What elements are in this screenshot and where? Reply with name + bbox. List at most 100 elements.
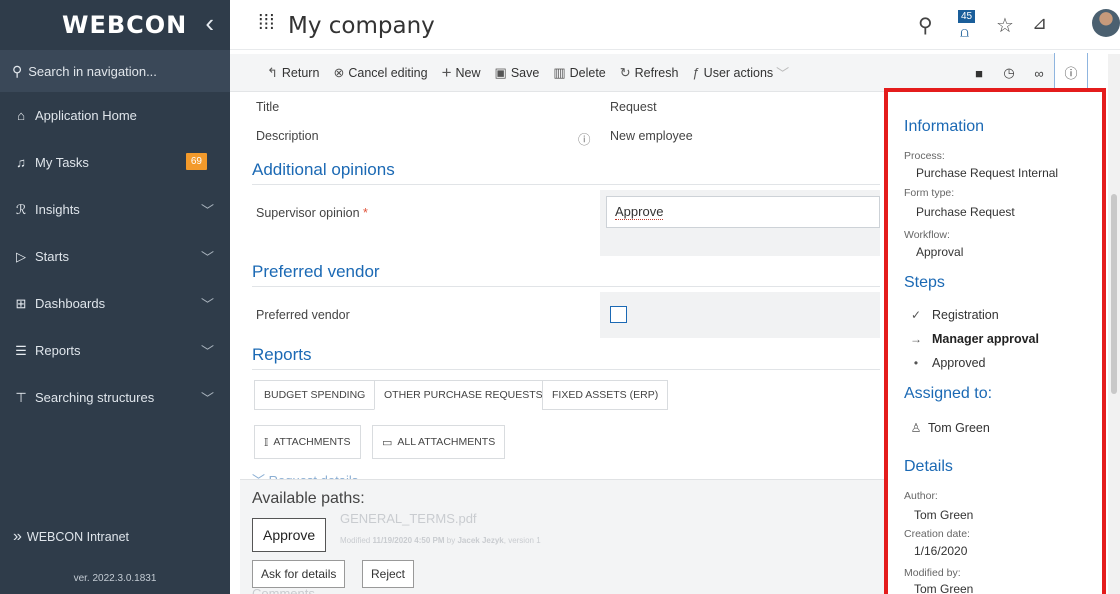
webcon-logo[interactable]: WEBCON bbox=[62, 11, 187, 39]
chevron-down-icon[interactable]: ﹀ bbox=[201, 388, 214, 407]
sidebar-item-starts[interactable]: ▷ Starts ﹀ bbox=[0, 233, 230, 280]
notification-count-badge: 45 bbox=[958, 10, 976, 23]
sidebar-item-reports[interactable]: ☰ Reports ﹀ bbox=[0, 327, 230, 374]
ghost-author: Jacek Jezyk bbox=[457, 536, 504, 545]
reject-button[interactable]: Reject bbox=[362, 560, 415, 588]
page-scrollbar[interactable] bbox=[1108, 54, 1120, 594]
ghost-attachment-meta: Modified 11/19/2020 4:50 PM by Jacek Jez… bbox=[340, 536, 541, 545]
chevron-down-icon[interactable]: ﹀ bbox=[201, 294, 214, 313]
section-title-reports: Reports bbox=[252, 345, 312, 364]
tab-label: OTHER PURCHASE REQUESTS bbox=[384, 389, 543, 401]
required-marker: * bbox=[363, 206, 368, 220]
info-icon[interactable]: ⓘ bbox=[578, 129, 591, 148]
ghost-comments-heading: Comments bbox=[252, 586, 315, 594]
plus-icon: + bbox=[441, 62, 452, 82]
page-title: My company bbox=[288, 13, 435, 39]
tab-all-attachments[interactable]: ▭ ALL ATTACHMENTS bbox=[372, 425, 506, 459]
sidebar-item-dashboards[interactable]: ⊞ Dashboards ﹀ bbox=[0, 280, 230, 327]
return-button[interactable]: ↰ Return bbox=[267, 65, 319, 81]
title-value: Request bbox=[610, 100, 657, 114]
assigned-user[interactable]: ♙ Tom Green bbox=[910, 421, 990, 435]
supervisor-opinion-label: Supervisor opinion * bbox=[256, 206, 368, 220]
author-value: Tom Green bbox=[914, 508, 974, 522]
step-label: Manager approval bbox=[932, 332, 1039, 346]
info-panel-toggle[interactable]: ⓘ bbox=[1054, 53, 1088, 93]
folder-icon: ▭ bbox=[382, 436, 393, 449]
sidebar-item-searching-structures[interactable]: ⊤ Searching structures ﹀ bbox=[0, 374, 230, 421]
chevron-down-icon[interactable]: ﹀ bbox=[201, 247, 214, 266]
approve-path-button[interactable]: Approve bbox=[252, 518, 327, 552]
play-icon: ▷ bbox=[16, 248, 26, 264]
chevron-down-icon[interactable]: ﹀ bbox=[201, 341, 214, 360]
available-paths-panel: Available paths: GENERAL_TERMS.pdf Modif… bbox=[240, 479, 888, 594]
webcon-intranet-link[interactable]: » WEBCON Intranet bbox=[13, 528, 129, 546]
notifications-button[interactable]: 45 ⩍ bbox=[958, 10, 978, 40]
refresh-button[interactable]: ↻ Refresh bbox=[620, 65, 679, 81]
divider bbox=[252, 286, 880, 287]
ghost-version: version 1 bbox=[508, 536, 541, 545]
tab-attachments[interactable]: 𝕀 ATTACHMENTS bbox=[254, 425, 361, 459]
save-button[interactable]: ▣ Save bbox=[495, 65, 540, 81]
steps-heading: Steps bbox=[904, 274, 945, 291]
chevron-down-icon[interactable]: ﹀ bbox=[201, 200, 214, 219]
office-icon[interactable]: ■ bbox=[964, 66, 994, 81]
step-label: Registration bbox=[932, 308, 999, 322]
ghost-modified-prefix: Modified bbox=[340, 536, 371, 545]
history-icon[interactable]: ◷ bbox=[994, 65, 1024, 81]
preferred-vendor-checkbox[interactable] bbox=[610, 306, 627, 323]
app-grid-icon[interactable]: ⁞⁞⁞ bbox=[258, 12, 275, 35]
cancel-editing-button[interactable]: ⊗ Cancel editing bbox=[333, 65, 427, 81]
supervisor-opinion-select[interactable]: Approve bbox=[606, 196, 880, 228]
field-background bbox=[600, 292, 880, 338]
new-button[interactable]: + New bbox=[442, 63, 481, 83]
version-label: ver. 2022.3.0.1831 bbox=[73, 573, 157, 584]
edit-panel-icon[interactable]: ⊿ bbox=[1032, 13, 1047, 34]
tab-fixed-assets-erp[interactable]: FIXED ASSETS (ERP) bbox=[542, 380, 669, 410]
sidebar-item-label: Dashboards bbox=[35, 296, 106, 311]
reports-icon: ☰ bbox=[15, 342, 27, 358]
refresh-label: Refresh bbox=[634, 65, 679, 80]
modified-by-value: Tom Green bbox=[914, 582, 974, 594]
double-chevron-right-icon: » bbox=[13, 528, 22, 545]
search-icon: ⚲ bbox=[12, 62, 23, 79]
section-title-preferred-vendor: Preferred vendor bbox=[252, 262, 380, 281]
avatar[interactable] bbox=[1092, 9, 1120, 37]
preferred-vendor-label: Preferred vendor bbox=[256, 308, 350, 322]
creation-date-value: 1/16/2020 bbox=[914, 544, 968, 558]
approve-label: Approve bbox=[263, 527, 316, 543]
ask-for-details-label: Ask for details bbox=[261, 567, 337, 581]
scrollbar-thumb[interactable] bbox=[1111, 194, 1117, 394]
sidebar-item-my-tasks[interactable]: ♫ My Tasks 69 bbox=[0, 139, 230, 186]
user-actions-icon: ƒ bbox=[692, 65, 700, 80]
chevron-down-icon: ﹀ bbox=[776, 66, 790, 81]
cancel-editing-label: Cancel editing bbox=[348, 65, 428, 80]
search-icon[interactable]: ⚲ bbox=[918, 13, 933, 38]
tab-budget-spending[interactable]: BUDGET SPENDING bbox=[254, 380, 376, 410]
tab-other-purchase-requests[interactable]: OTHER PURCHASE REQUESTS bbox=[374, 380, 553, 410]
save-label: Save bbox=[510, 65, 540, 80]
tab-label: BUDGET SPENDING bbox=[264, 389, 366, 401]
delete-label: Delete bbox=[569, 65, 606, 80]
insights-icon: ℛ bbox=[15, 201, 27, 217]
details-heading: Details bbox=[904, 458, 953, 475]
sidebar-item-insights[interactable]: ℛ Insights ﹀ bbox=[0, 186, 230, 233]
tab-label: ALL ATTACHMENTS bbox=[397, 436, 496, 448]
collapse-sidebar-icon[interactable]: ‹ bbox=[205, 10, 214, 36]
delete-button[interactable]: ▥ Delete bbox=[553, 65, 605, 81]
supervisor-opinion-label-text: Supervisor opinion bbox=[256, 206, 360, 220]
modified-by-label: Modified by: bbox=[904, 567, 961, 579]
star-icon[interactable]: ☆ bbox=[996, 13, 1014, 38]
link-icon[interactable]: ∞ bbox=[1024, 66, 1054, 81]
bell-icon: ⩍ bbox=[960, 24, 970, 40]
arrow-right-icon: → bbox=[910, 332, 922, 346]
user-actions-button[interactable]: ƒ User actions ﹀ bbox=[692, 63, 793, 82]
assigned-user-name: Tom Green bbox=[928, 421, 990, 435]
user-icon: ♙ bbox=[910, 421, 922, 435]
navigation-search-placeholder: Search in navigation... bbox=[28, 63, 157, 79]
sidebar-item-application-home[interactable]: ⌂ Application Home bbox=[0, 92, 230, 139]
ask-for-details-button[interactable]: Ask for details bbox=[252, 560, 346, 588]
bullet-icon: • bbox=[913, 356, 919, 370]
new-label: New bbox=[455, 65, 481, 80]
home-icon: ⌂ bbox=[17, 108, 25, 123]
navigation-search[interactable]: ⚲ Search in navigation... bbox=[0, 50, 230, 92]
